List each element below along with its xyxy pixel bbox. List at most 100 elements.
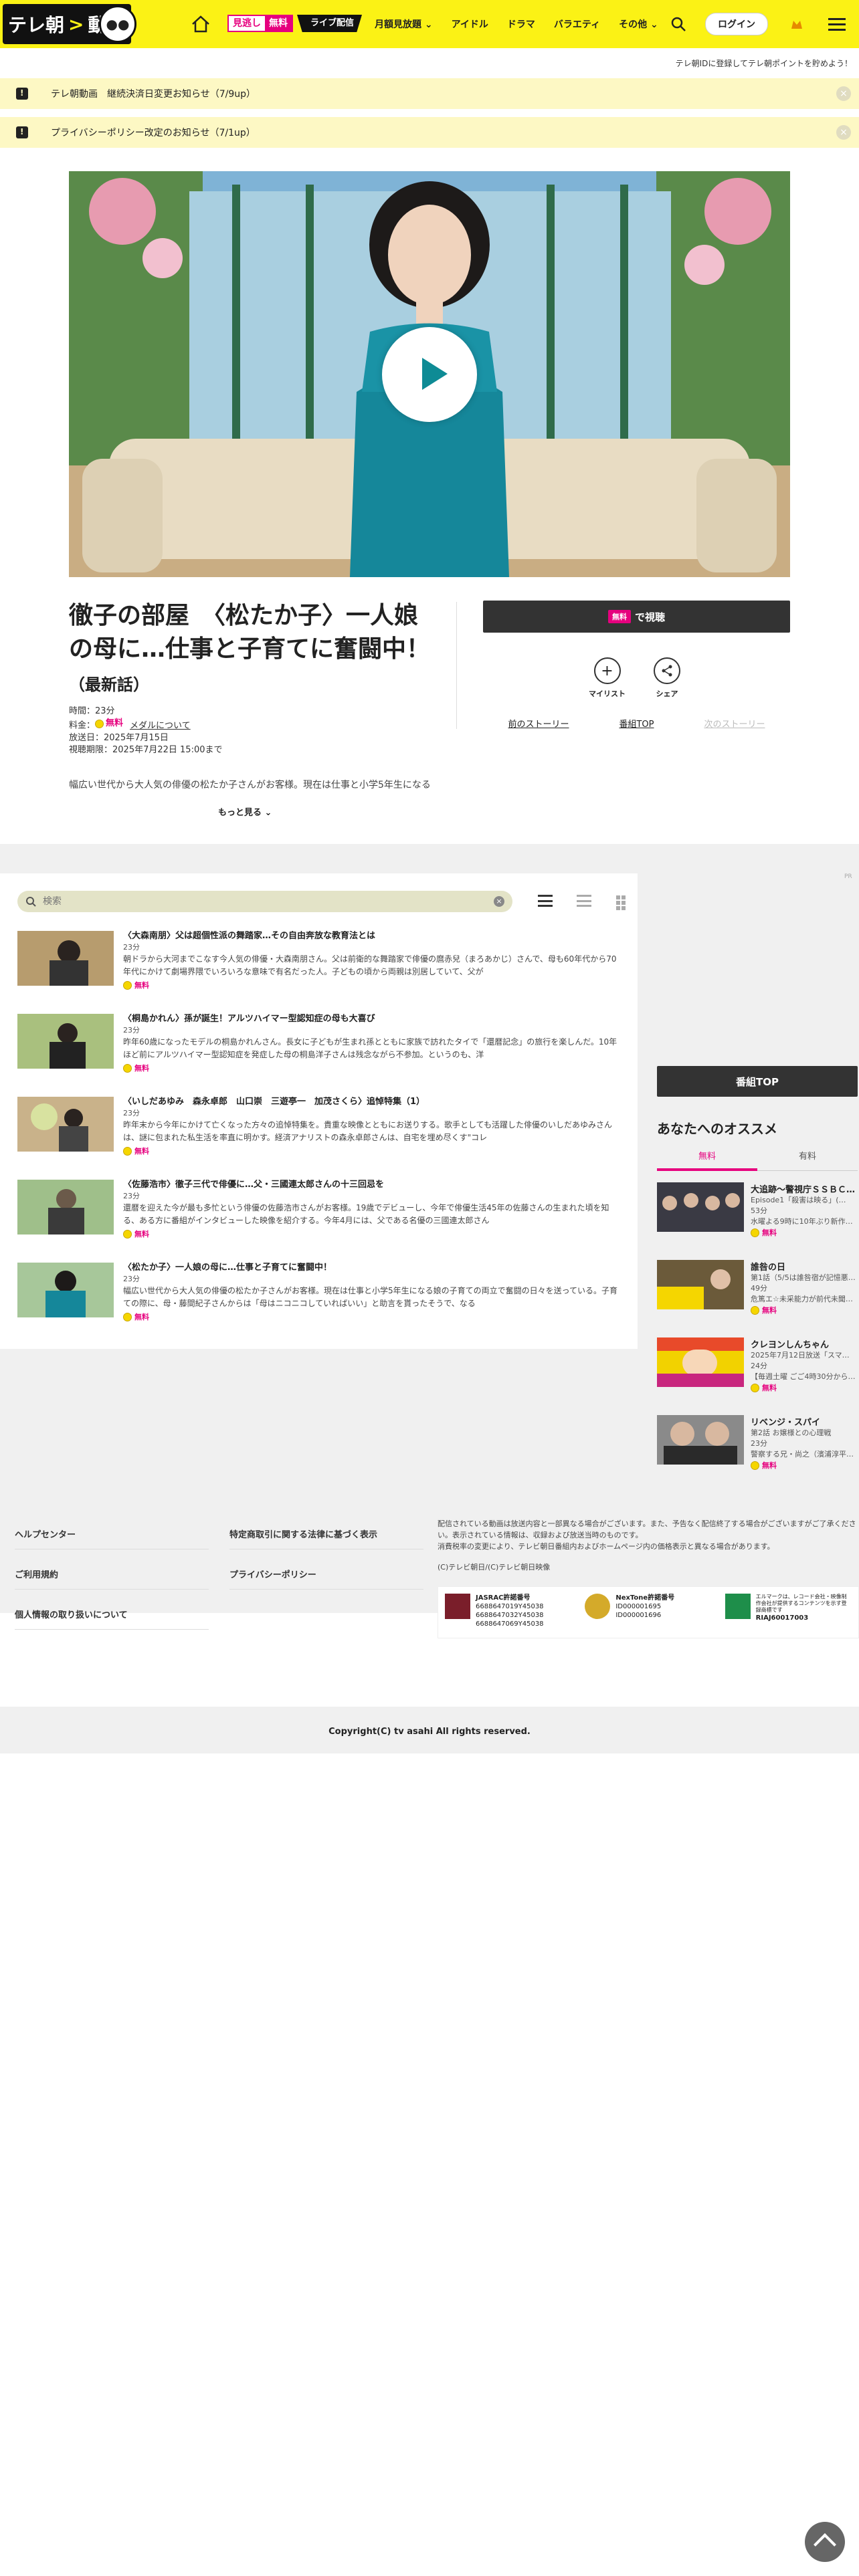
recommend-thumbnail [657,1182,744,1232]
list-view-icon[interactable] [538,895,553,907]
coin-icon [123,1146,132,1156]
tab-paid[interactable]: 有料 [757,1145,858,1171]
nav-item-drama[interactable]: ドラマ [507,17,535,31]
recommend-item[interactable]: クレヨンしんちゃん 2025年7月12日放送「スマ… 24分【毎週土曜 ごご4時30… [657,1337,858,1392]
close-icon[interactable]: × [836,86,851,101]
plus-icon: + [593,657,621,684]
jasrac-block: JASRAC許諾番号 6688647019Y45038 6688647032Y450… [438,1587,578,1638]
medal-info-link[interactable]: メダルについて [130,721,191,731]
coin-icon [751,1305,759,1315]
recommend-summary: 【毎週土曜 ごご4時30分から… [751,1372,856,1381]
nav-item-subscription[interactable]: 月額見放題 ⌄ [375,17,433,31]
recommend-thumbnail [657,1260,744,1309]
episode-thumbnail [17,1097,114,1152]
site-logo[interactable]: テレ朝>動画 ●● [0,0,136,48]
free-badge: 無料 [123,1146,619,1156]
notice-icon [16,88,28,100]
coin-icon[interactable] [788,15,805,33]
compact-view-icon[interactable] [577,895,591,907]
nav-item-variety[interactable]: バラエティ [554,17,600,31]
coin-icon [123,1063,132,1073]
episode-thumbnail [17,931,114,986]
share-icon [654,657,680,684]
recommend-item-title: クレヨンしんちゃん [751,1340,830,1350]
recommend-duration: 24分 [751,1362,767,1370]
episode-item[interactable]: 〈佐藤浩市〉徹子三代で俳優に…父・三國連太郎さんの十三回忌を 23分 還暦を迎えた今… [17,1180,619,1247]
episode-title: 〈松たか子〉一人娘の母に…仕事と子育てに奮闘中！ [123,1263,332,1273]
login-button[interactable]: ログイン [705,13,768,35]
notice-text: テレ朝動画 継続決済日変更お知らせ（7/9up） [51,89,256,100]
free-badge: 無料 [751,1227,855,1237]
recommend-duration: 23分 [751,1439,767,1448]
program-title: 徹子の部屋 〈松たか子〉一人娘の母に…仕事と子育てに奮闘中！（最新話） [69,602,431,694]
play-button[interactable] [382,327,477,422]
back-to-top-button[interactable] [805,2522,845,2562]
nav-item-idol[interactable]: アイドル [452,17,488,31]
footer-link-commercial-law[interactable]: 特定商取引に関する法律に基づく表示 [229,1527,377,1540]
recommend-episode: 2025年7月12日放送「スマ… [751,1351,850,1360]
tax-notice: 消費税率の変更により、テレビ朝日番組内およびホームページ内の価格表示と異なる場合… [438,1542,775,1551]
home-icon[interactable] [191,15,211,33]
free-badge: 無料 [123,1228,619,1239]
copyright: Copyright(C) tv asahi All rights reserve… [0,1707,859,1753]
riaj-block: エルマークは、レコード会社・映像制作会社が提供するコンテンツを示す登録商標です R… [719,1587,858,1638]
hamburger-menu-icon[interactable] [828,17,846,31]
episode-item[interactable]: 〈大森南朋〉父は超個性派の舞踏家…その自由奔放な教育法とは 23分 朝ドラから大河ま… [17,931,619,998]
episode-item[interactable]: 〈松たか子〉一人娘の母に…仕事と子育てに奮闘中！ 23分 幅広い世代から大人気の俳優… [17,1263,619,1329]
recommend-item-title: 大追跡～警視庁ＳＳＢＣ… [751,1185,856,1195]
free-badge: 無料 [751,1460,854,1470]
footer-link-privacy-policy[interactable]: プライバシーポリシー [229,1568,316,1580]
price: 料金： 無料 メダルについて [69,718,191,731]
close-icon[interactable]: × [836,125,851,140]
search-input[interactable] [43,896,487,907]
ad-tag: PR [844,873,852,880]
notice-banner[interactable]: プライバシーポリシー改定のお知らせ（7/1up） × [0,117,859,148]
search-icon [26,897,36,907]
recommend-duration: 53分 [751,1206,767,1215]
episode-item[interactable]: 〈桐島かれん〉孫が誕生！アルツハイマー型認知症の母も大喜び 23分 昨年60歳になっ… [17,1014,619,1081]
footer-link-terms[interactable]: ご利用規約 [15,1568,58,1580]
episode-list-panel: × 〈大森南朋〉父は超個性派の舞踏家…その自由奔放な教育法とは23分朝ドラから大… [0,873,638,1349]
free-badge: 無料 [751,1382,856,1392]
mylist-button[interactable]: + マイリスト [589,657,626,699]
episode-thumbnail [17,1014,114,1069]
free-badge: 無料 [123,1063,619,1073]
footer-link-help[interactable]: ヘルプセンター [15,1527,76,1540]
minogashi-free-button[interactable]: 見逃し 無料 [227,15,293,32]
promo-text[interactable]: テレ朝IDに登録してテレ朝ポイントを貯めよう！ [0,48,859,78]
episode-item[interactable]: 〈いしだあゆみ 森永卓郎 山口崇 三遊亭一 加茂さくら〉追悼特集（1） 23分 昨年… [17,1097,619,1164]
episode-summary: 昨年60歳になったモデルの桐島かれんさん。長女に子どもが生まれ孫とともに家族で訪… [123,1037,617,1059]
episode-duration: 23分 [123,943,140,952]
episode-summary: 朝ドラから大河までこなす今人気の俳優・大森南朋さん。父は前衛的な舞踏家で俳優の麿… [123,954,617,976]
recommend-thumbnail [657,1415,744,1465]
tab-free[interactable]: 無料 [657,1145,757,1171]
episode-summary: 幅広い世代から大人気の俳優の松たか子さんがお客様。現在は仕事と小学5年生になる娘… [123,1286,618,1308]
recommend-item-title: 誰咎の日 [751,1263,786,1273]
recommend-title: あなたへのオススメ [657,1121,777,1137]
episode-duration: 23分 [123,1192,140,1200]
episode-title: 〈桐島かれん〉孫が誕生！アルツハイマー型認知症の母も大喜び [123,1014,375,1024]
credit-text: (C)テレビ朝日/(C)テレビ朝日映像 [438,1563,551,1572]
recommend-item[interactable]: リベンジ・スパイ 第2話 お嬢様との心理戦 23分 警察する兄・尚之（濱浦淳平… 無料 [657,1415,858,1470]
notice-banner[interactable]: テレ朝動画 継続決済日変更お知らせ（7/9up） × [0,78,859,109]
clear-icon[interactable]: × [494,896,504,907]
recommend-item[interactable]: 大追跡～警視庁ＳＳＢＣ… Episode1「殺害は映る」(… 53分 水曜よる9時に1… [657,1182,858,1237]
live-stream-button[interactable]: ライブ配信 [297,15,363,32]
program-top-link[interactable]: 番組TOP [619,717,654,730]
story-nav: 前のストーリー 番組TOP 次のストーリー [483,717,790,730]
recommend-item[interactable]: 誰咎の日 第1話（5/5は誰咎宿が記憶悪… 49分 危篤エ☆未采能力が前代未聞… 無料 [657,1260,858,1315]
license-info: JASRAC許諾番号 6688647019Y45038 6688647032Y450… [438,1586,859,1638]
nextone-logo [585,1594,611,1619]
nav-item-other[interactable]: その他 ⌄ [619,17,658,31]
prev-story-link[interactable]: 前のストーリー [508,717,569,730]
footer-link-privacy-handling[interactable]: 個人情報の取り扱いについて [15,1608,128,1620]
search-icon[interactable] [670,16,686,32]
grid-view-icon[interactable] [615,895,630,911]
video-player[interactable] [69,171,790,577]
share-button[interactable]: シェア [654,657,680,699]
watch-button[interactable]: 無料 で視聴 [483,601,790,633]
recommend-episode: 第1話（5/5は誰咎宿が記憶悪… [751,1273,856,1282]
coin-icon [123,1312,132,1321]
more-button[interactable]: もっと見る ⌄ [218,805,272,818]
program-top-button[interactable]: 番組TOP [657,1066,858,1097]
